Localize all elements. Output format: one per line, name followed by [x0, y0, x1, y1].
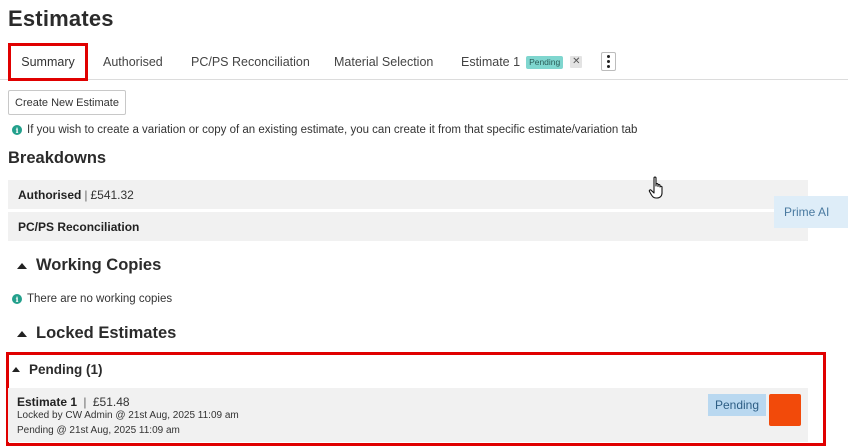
tab-estimate-1[interactable]: Estimate 1 Pending ✕ — [461, 44, 583, 80]
variation-info-note: i If you wish to create a variation or c… — [12, 124, 637, 136]
estimate-amount: £51.48 — [92, 395, 130, 409]
breakdown-label: Authorised — [18, 187, 82, 202]
breakdown-row-pc-ps-reconciliation[interactable]: PC/PS Reconciliation — [8, 212, 808, 241]
estimate-card[interactable]: Estimate 1 | £51.48 Locked by CW Admin @… — [8, 388, 808, 442]
pending-badge: Pending — [526, 55, 564, 69]
estimate-title: Estimate 1 | £51.48 — [17, 395, 130, 409]
working-copies-heading: Working Copies — [36, 256, 162, 274]
page-title: Estimates — [8, 6, 114, 31]
separator: | — [83, 395, 87, 409]
tab-pc-ps-reconciliation-label: PC/PS Reconciliation — [191, 55, 310, 69]
working-copies-empty-text: There are no working copies — [27, 293, 173, 305]
tab-estimate-1-label: Estimate 1 — [461, 55, 521, 69]
pending-group-toggle[interactable]: Pending (1) — [12, 362, 103, 377]
status-badge: Pending — [708, 394, 766, 416]
pending-group-label: Pending (1) — [29, 362, 103, 377]
caret-up-icon — [12, 367, 20, 372]
caret-up-icon — [17, 262, 27, 269]
tab-material-selection[interactable]: Material Selection — [334, 44, 433, 80]
breakdowns-heading: Breakdowns — [8, 149, 107, 167]
caret-up-icon — [17, 330, 27, 337]
info-icon: i — [12, 294, 22, 304]
prime-ai-label: Prime AI — [784, 205, 830, 219]
create-new-estimate-button[interactable]: Create New Estimate — [8, 90, 126, 115]
tab-pc-ps-reconciliation[interactable]: PC/PS Reconciliation — [191, 44, 310, 80]
tab-summary-label: Summary — [21, 55, 75, 69]
prime-ai-button[interactable]: Prime AI — [774, 196, 848, 228]
tab-authorised-label: Authorised — [103, 55, 163, 69]
variation-info-text: If you wish to create a variation or cop… — [27, 124, 638, 136]
locked-estimates-toggle[interactable]: Locked Estimates — [17, 324, 176, 343]
tab-authorised[interactable]: Authorised — [103, 44, 163, 80]
breakdown-amount: £541.32 — [90, 187, 134, 202]
kebab-menu-icon[interactable] — [601, 52, 616, 71]
breakdown-row-authorised[interactable]: Authorised | £541.32 — [8, 180, 808, 209]
tab-summary[interactable]: Summary — [8, 43, 88, 81]
estimate-action-button[interactable] — [769, 394, 801, 426]
working-copies-empty-note: i There are no working copies — [12, 293, 172, 305]
estimate-locked-by: Locked by CW Admin @ 21st Aug, 2025 11:0… — [17, 410, 239, 421]
close-icon[interactable]: ✕ — [570, 56, 583, 68]
tab-material-selection-label: Material Selection — [334, 55, 434, 69]
locked-estimates-heading: Locked Estimates — [36, 324, 177, 342]
hand-cursor-icon — [648, 176, 663, 199]
info-icon: i — [12, 125, 22, 135]
estimate-name: Estimate 1 — [17, 395, 78, 409]
estimate-pending-at: Pending @ 21st Aug, 2025 11:09 am — [17, 425, 180, 436]
working-copies-toggle[interactable]: Working Copies — [17, 256, 161, 275]
breakdown-label: PC/PS Reconciliation — [18, 219, 140, 234]
tab-bar: Summary Authorised PC/PS Reconciliation … — [0, 43, 848, 81]
separator: | — [84, 187, 88, 202]
